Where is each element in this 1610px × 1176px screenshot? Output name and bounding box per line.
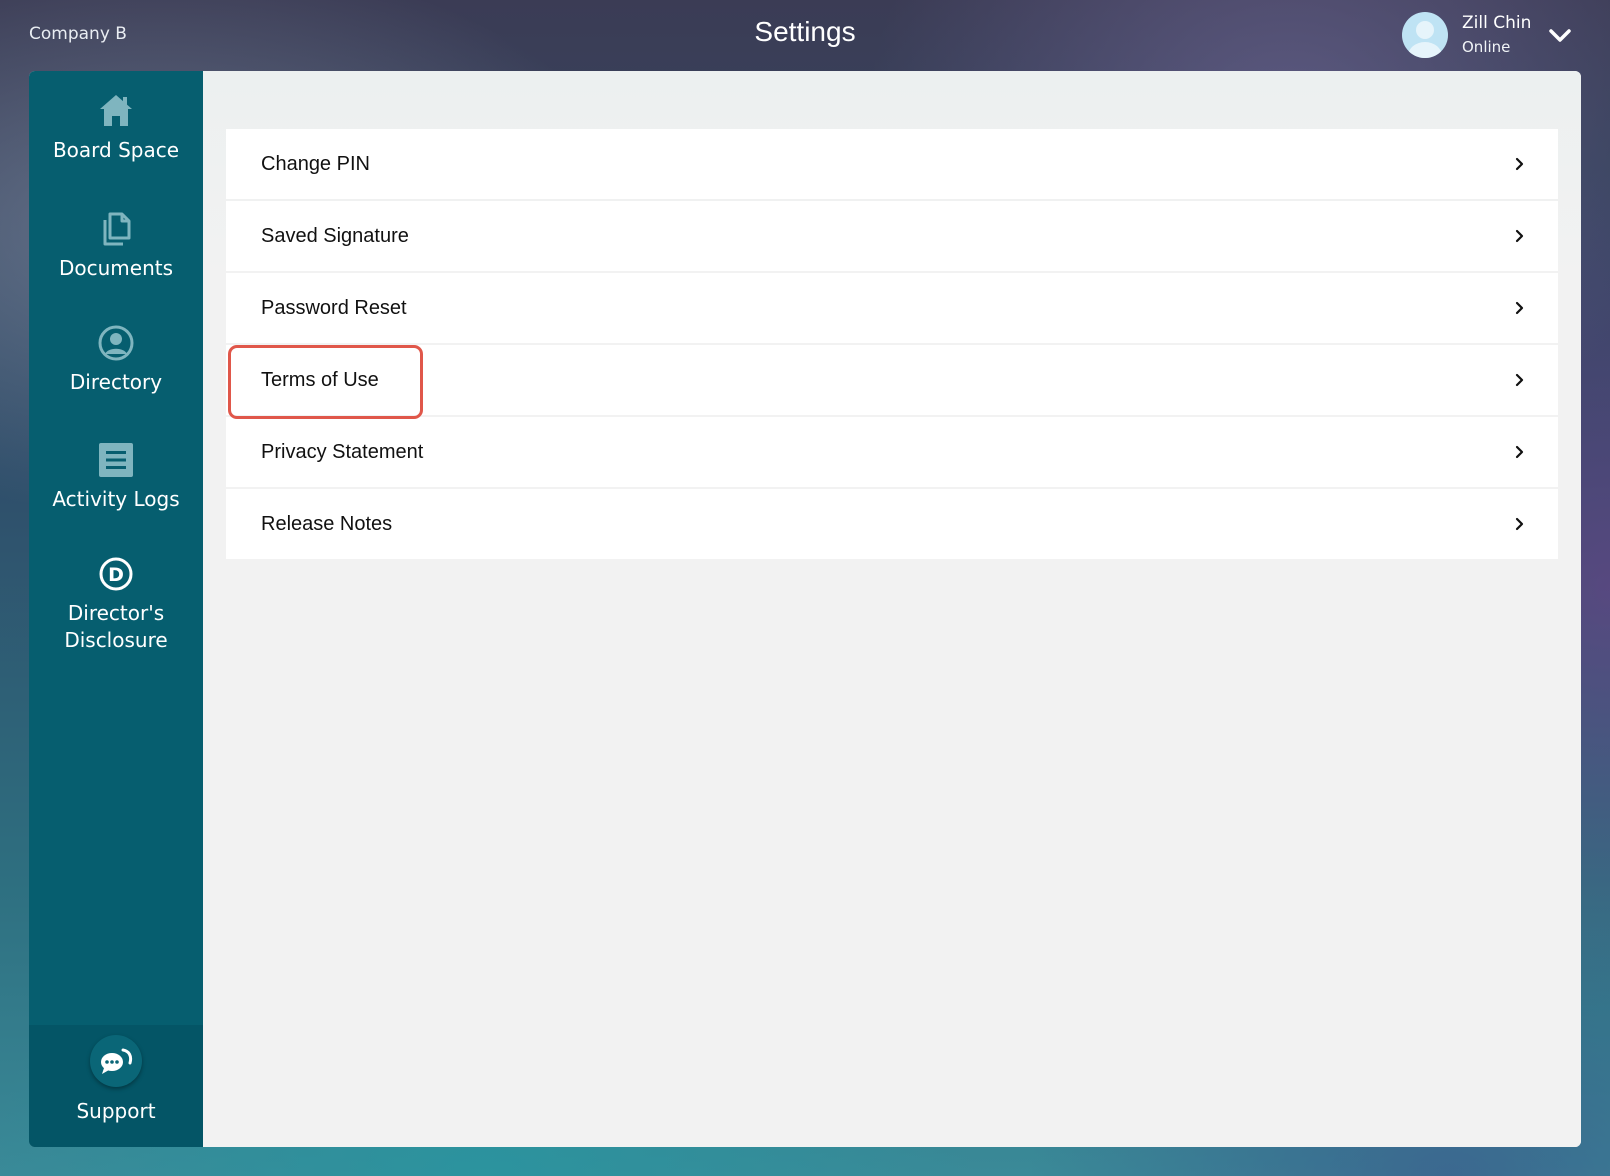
settings-item-change-pin[interactable]: Change PIN	[226, 129, 1558, 199]
support-icon-circle	[90, 1035, 142, 1087]
sidebar-item-directors-disclosure[interactable]: D Director's Disclosure	[29, 554, 203, 654]
user-info: Zill Chin Online	[1462, 11, 1531, 59]
chevron-right-icon	[1515, 301, 1524, 315]
settings-item-release-notes[interactable]: Release Notes	[226, 489, 1558, 559]
sidebar-item-label-line2: Disclosure	[64, 628, 168, 652]
settings-item-label: Privacy Statement	[261, 441, 424, 463]
settings-item-label: Password Reset	[261, 297, 407, 319]
home-icon	[100, 95, 132, 126]
user-menu[interactable]: Zill Chin Online	[1402, 11, 1573, 59]
support-label: Support	[76, 1099, 156, 1123]
support-chat-icon	[101, 1048, 133, 1074]
app-panel: Board Space Documents Directory Activity…	[29, 71, 1581, 1147]
chevron-down-icon[interactable]	[1547, 22, 1573, 48]
settings-item-saved-signature[interactable]: Saved Signature	[226, 201, 1558, 271]
settings-item-terms-of-use[interactable]: Terms of Use	[226, 345, 1558, 415]
person-icon	[98, 325, 134, 361]
support-button[interactable]: Support	[29, 1025, 203, 1147]
user-name: Zill Chin	[1462, 13, 1532, 33]
user-status: Online	[1462, 38, 1511, 56]
sidebar-item-documents[interactable]: Documents	[29, 209, 203, 282]
d-circle-icon: D	[99, 557, 133, 591]
sidebar-item-directory[interactable]: Directory	[29, 323, 203, 396]
sidebar-item-label: Documents	[58, 256, 174, 280]
sidebar-item-label: Board Space	[52, 138, 180, 162]
svg-text:D: D	[108, 564, 124, 586]
chevron-right-icon	[1515, 229, 1524, 243]
documents-icon	[103, 212, 131, 246]
settings-item-privacy-statement[interactable]: Privacy Statement	[226, 417, 1558, 487]
sidebar-item-label-line1: Director's	[67, 601, 165, 625]
chevron-right-icon	[1515, 157, 1524, 171]
settings-list: Change PIN Saved Signature Password Rese…	[226, 129, 1558, 561]
list-icon	[99, 443, 133, 477]
settings-item-label: Terms of Use	[261, 369, 379, 391]
settings-item-label: Change PIN	[261, 153, 370, 175]
settings-panel: Change PIN Saved Signature Password Rese…	[203, 71, 1581, 1147]
settings-item-password-reset[interactable]: Password Reset	[226, 273, 1558, 343]
chevron-right-icon	[1515, 445, 1524, 459]
sidebar: Board Space Documents Directory Activity…	[29, 71, 203, 1147]
sidebar-item-label: Activity Logs	[52, 487, 180, 511]
sidebar-item-activity-logs[interactable]: Activity Logs	[29, 440, 203, 513]
avatar[interactable]	[1402, 12, 1448, 58]
sidebar-item-label: Directory	[69, 370, 163, 394]
chevron-right-icon	[1515, 373, 1524, 387]
avatar-person-icon	[1408, 21, 1442, 58]
top-bar: Company B Settings Zill Chin Online	[0, 0, 1610, 70]
page-title: Settings	[754, 16, 856, 47]
settings-item-label: Saved Signature	[261, 225, 409, 247]
sidebar-item-board-space[interactable]: Board Space	[29, 91, 203, 164]
chevron-right-icon	[1515, 517, 1524, 531]
settings-item-label: Release Notes	[261, 513, 393, 535]
